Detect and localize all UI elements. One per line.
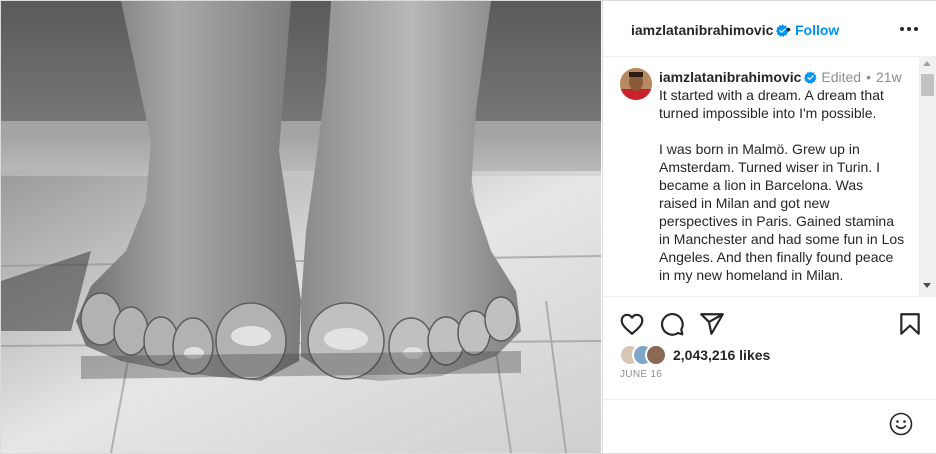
caption-paragraph: It started with a dream. A dream that tu… [659,87,884,121]
header-username-text[interactable]: iamzlatanibrahimovic [631,22,773,38]
feet-photo-image [1,1,601,453]
scroll-up-arrow-icon[interactable] [923,61,931,66]
bookmark-icon[interactable] [897,311,923,337]
share-icon[interactable] [699,311,725,337]
verified-badge-icon [804,71,817,84]
caption-paragraph: I was born in Malmö. Grew up in Amsterda… [659,141,905,283]
emoji-icon[interactable] [889,412,913,436]
post-header: iamzlatanibrahimovic • Follow [603,1,936,57]
likes-row[interactable]: 2,043,216 likes [619,344,919,366]
avatar[interactable] [620,68,652,100]
liker-avatar [645,344,667,366]
post-actions [603,307,936,343]
likes-count[interactable]: 2,043,216 likes [673,347,770,363]
post-photo[interactable] [1,1,601,453]
header-dot-separator: • [786,21,791,37]
post-date[interactable]: JUNE 16 [620,369,662,380]
caption-scrollbar[interactable] [919,57,936,296]
caption-text: It started with a dream. A dream that tu… [659,86,905,296]
caption-dot-separator: • [866,69,871,85]
scrollbar-thumb[interactable] [921,74,934,96]
comment-icon[interactable] [659,311,685,337]
add-comment-row [603,399,936,454]
caption-section: iamzlatanibrahimovic Edited • 21w It starte… [603,57,936,297]
more-options-icon[interactable] [900,27,920,33]
heart-icon[interactable] [619,311,645,337]
edited-label: Edited [821,69,862,85]
caption-meta: iamzlatanibrahimovic Edited • 21w [659,69,902,85]
follow-button[interactable]: Follow [795,22,839,38]
post-time-ago[interactable]: 21w [876,69,902,85]
post-side-panel: iamzlatanibrahimovic • Follow iamzlatani… [602,1,936,453]
scroll-down-arrow-icon[interactable] [923,283,931,288]
header-username[interactable]: iamzlatanibrahimovic [631,22,789,38]
avatar-image [620,68,652,100]
caption-username[interactable]: iamzlatanibrahimovic [659,69,801,85]
